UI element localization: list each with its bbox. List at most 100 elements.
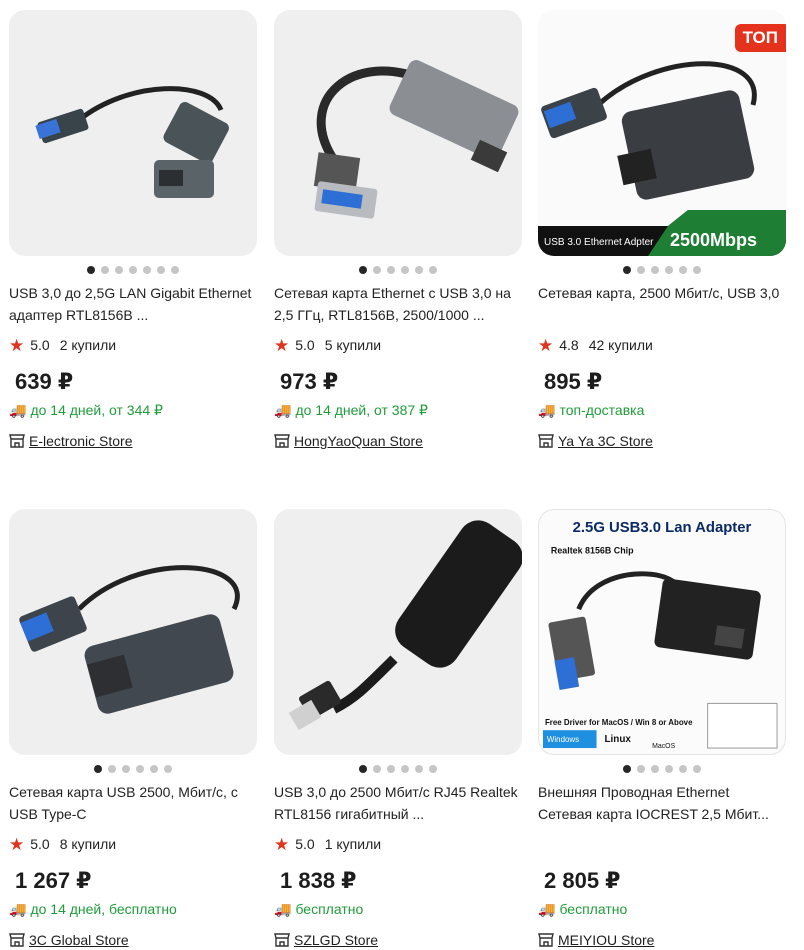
product-image[interactable]: 2.5G USB3.0 Lan Adapter Realtek 8156B Ch…: [538, 509, 786, 755]
carousel-dot[interactable]: [429, 266, 437, 274]
carousel-dot[interactable]: [387, 266, 395, 274]
product-title[interactable]: Сетевая карта, 2500 Мбит/с, USB 3,0: [538, 282, 786, 326]
product-card[interactable]: USB 3,0 до 2,5G LAN Gigabit Ethernet ада…: [9, 10, 257, 451]
product-image[interactable]: [9, 10, 257, 256]
product-image[interactable]: [274, 509, 522, 755]
bought-count: 2 купили: [59, 337, 117, 353]
image-carousel-dots[interactable]: [274, 759, 522, 779]
product-title[interactable]: USB 3,0 до 2,5G LAN Gigabit Ethernet ада…: [9, 282, 257, 326]
star-icon: ★: [9, 834, 25, 854]
carousel-dot[interactable]: [143, 266, 151, 274]
image-carousel-dots[interactable]: [274, 260, 522, 280]
store-link[interactable]: MEIYIOU Store: [538, 930, 786, 950]
carousel-dot[interactable]: [373, 765, 381, 773]
product-rating: ★ 5.0 1 купили: [274, 834, 522, 854]
carousel-dot[interactable]: [101, 266, 109, 274]
product-title[interactable]: Сетевая карта USB 2500, Мбит/с, с USB Ty…: [9, 781, 257, 825]
usb-adapter-image: [313, 60, 519, 219]
delivery-text: до 14 дней, от 387 ₽: [295, 401, 428, 418]
usb-adapter-image: [19, 565, 240, 714]
carousel-dot[interactable]: [129, 266, 137, 274]
usb-adapter-image: 2.5G USB3.0 Lan Adapter Realtek 8156B Ch…: [542, 520, 778, 750]
product-card[interactable]: Сетевая карта USB 2500, Мбит/с, с USB Ty…: [9, 509, 257, 950]
carousel-dot[interactable]: [373, 266, 381, 274]
carousel-dot[interactable]: [136, 765, 144, 773]
truck-icon: 🚚: [538, 402, 556, 418]
carousel-dot[interactable]: [651, 266, 659, 274]
carousel-dot[interactable]: [359, 765, 367, 773]
carousel-dot[interactable]: [171, 266, 179, 274]
carousel-dot[interactable]: [164, 765, 172, 773]
carousel-dot[interactable]: [401, 266, 409, 274]
bought-count: 42 купили: [588, 337, 653, 353]
store-name[interactable]: SZLGD Store: [294, 932, 378, 948]
carousel-dot[interactable]: [651, 765, 659, 773]
product-rating: ★ 5.0 2 купили: [9, 335, 257, 355]
store-link[interactable]: HongYaoQuan Store: [274, 431, 522, 451]
carousel-dot[interactable]: [87, 266, 95, 274]
carousel-dot[interactable]: [623, 266, 631, 274]
delivery-text: до 14 дней, бесплатно: [30, 901, 177, 917]
product-card[interactable]: 2.5G USB3.0 Lan Adapter Realtek 8156B Ch…: [538, 509, 786, 950]
truck-icon: 🚚: [9, 901, 27, 917]
product-price: 2 805 ₽: [544, 868, 621, 893]
carousel-dot[interactable]: [693, 765, 701, 773]
product-image[interactable]: USB 3.0 Ethernet Adpter 2500Mbps ТОП: [538, 10, 786, 256]
store-link[interactable]: Ya Ya 3C Store: [538, 431, 786, 451]
store-name[interactable]: Ya Ya 3C Store: [558, 433, 653, 449]
star-icon: ★: [274, 834, 290, 854]
banner-left-text: USB 3.0 Ethernet Adpter: [544, 237, 654, 248]
carousel-dot[interactable]: [679, 765, 687, 773]
product-card[interactable]: USB 3.0 Ethernet Adpter 2500Mbps ТОП Сет…: [538, 10, 786, 451]
linux-label: Linux: [604, 734, 631, 745]
carousel-dot[interactable]: [150, 765, 158, 773]
carousel-dot[interactable]: [665, 266, 673, 274]
product-title[interactable]: USB 3,0 до 2500 Мбит/с RJ45 Realtek RTL8…: [274, 781, 522, 825]
carousel-dot[interactable]: [415, 266, 423, 274]
product-price: 973 ₽: [280, 369, 339, 394]
store-link[interactable]: 3C Global Store: [9, 930, 257, 950]
carousel-dot[interactable]: [108, 765, 116, 773]
store-icon: [9, 933, 25, 947]
carousel-dot[interactable]: [679, 266, 687, 274]
image-headline: 2.5G USB3.0 Lan Adapter: [573, 520, 752, 536]
truck-icon: 🚚: [274, 901, 292, 917]
delivery-info: 🚚 бесплатно: [538, 899, 786, 919]
product-card[interactable]: USB 3,0 до 2500 Мбит/с RJ45 Realtek RTL8…: [274, 509, 522, 950]
delivery-info: 🚚 до 14 дней, от 344 ₽: [9, 400, 257, 420]
carousel-dot[interactable]: [693, 266, 701, 274]
carousel-dot[interactable]: [637, 765, 645, 773]
carousel-dot[interactable]: [401, 765, 409, 773]
carousel-dot[interactable]: [387, 765, 395, 773]
image-carousel-dots[interactable]: [538, 759, 786, 779]
store-name[interactable]: E-lectronic Store: [29, 433, 132, 449]
carousel-dot[interactable]: [359, 266, 367, 274]
image-carousel-dots[interactable]: [9, 759, 257, 779]
product-image[interactable]: [9, 509, 257, 755]
bought-count: 8 купили: [59, 836, 117, 852]
store-icon: [538, 933, 554, 947]
image-carousel-dots[interactable]: [538, 260, 786, 280]
carousel-dot[interactable]: [415, 765, 423, 773]
carousel-dot[interactable]: [623, 765, 631, 773]
product-grid: USB 3,0 до 2,5G LAN Gigabit Ethernet ада…: [0, 0, 804, 949]
usb-adapter-image: [35, 86, 229, 198]
product-card[interactable]: Сетевая карта Ethernet с USB 3,0 на 2,5 …: [274, 10, 522, 451]
carousel-dot[interactable]: [157, 266, 165, 274]
carousel-dot[interactable]: [665, 765, 673, 773]
store-name[interactable]: HongYaoQuan Store: [294, 433, 423, 449]
store-icon: [274, 933, 290, 947]
product-image[interactable]: [274, 10, 522, 256]
carousel-dot[interactable]: [637, 266, 645, 274]
image-carousel-dots[interactable]: [9, 260, 257, 280]
store-link[interactable]: SZLGD Store: [274, 930, 522, 950]
carousel-dot[interactable]: [115, 266, 123, 274]
product-title[interactable]: Сетевая карта Ethernet с USB 3,0 на 2,5 …: [274, 282, 522, 326]
carousel-dot[interactable]: [122, 765, 130, 773]
store-link[interactable]: E-lectronic Store: [9, 431, 257, 451]
carousel-dot[interactable]: [94, 765, 102, 773]
store-name[interactable]: 3C Global Store: [29, 932, 129, 948]
store-name[interactable]: MEIYIOU Store: [558, 932, 654, 948]
carousel-dot[interactable]: [429, 765, 437, 773]
product-title[interactable]: Внешняя Проводная Ethernet Сетевая карта…: [538, 781, 786, 825]
